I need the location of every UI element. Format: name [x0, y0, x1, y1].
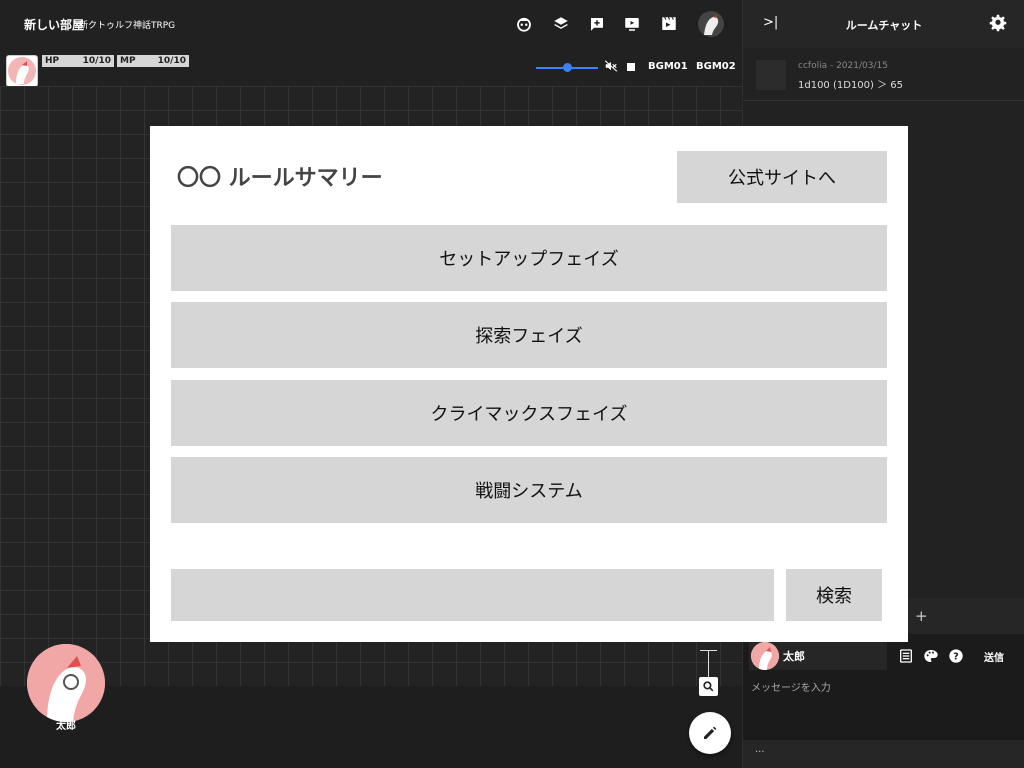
more-menu[interactable]: ...	[755, 744, 765, 755]
chat-header: >| ルームチャット	[743, 0, 1024, 48]
user-avatar[interactable]	[698, 11, 724, 37]
message-text: 1d100 (1D100) ＞ 65	[798, 80, 904, 91]
layers-icon[interactable]	[551, 14, 571, 34]
climax-phase-button[interactable]: クライマックスフェイズ	[171, 380, 887, 446]
room-title[interactable]: 新しい部屋	[24, 16, 84, 33]
add-tab-icon[interactable]: +	[915, 607, 928, 625]
combat-system-button[interactable]: 戦闘システム	[171, 457, 887, 523]
sheet-icon[interactable]	[898, 648, 914, 664]
message-avatar	[756, 60, 786, 90]
stop-icon[interactable]	[627, 63, 635, 71]
character-avatar[interactable]	[6, 55, 38, 87]
volume-slider-knob[interactable]	[563, 63, 572, 72]
chat-title: ルームチャット	[845, 19, 923, 32]
mp-stat: MP 10/10	[117, 55, 189, 67]
palette-icon[interactable]	[923, 648, 939, 664]
send-button[interactable]: 送信	[984, 649, 1004, 664]
message-input[interactable]: メッセージを入力	[751, 679, 831, 694]
search-button[interactable]: 検索	[786, 569, 882, 621]
hp-label: HP	[45, 56, 60, 66]
room-subtitle: 新クトゥルフ神話TRPG	[79, 21, 176, 31]
dialog-title: 〇〇 ルールサマリー	[177, 166, 383, 191]
board-footer	[0, 686, 742, 768]
top-bar: 新しい部屋 新クトゥルフ神話TRPG	[0, 0, 742, 48]
add-panel-icon[interactable]	[587, 14, 607, 34]
gear-icon[interactable]	[989, 14, 1007, 32]
mute-icon[interactable]	[603, 58, 619, 74]
chat-footer: ...	[743, 740, 1024, 768]
chat-message: ccfolia - 2021/03/15 1d100 (1D100) ＞ 65	[743, 48, 1024, 101]
hp-value: 10/10	[82, 56, 111, 66]
zoom-search-icon[interactable]	[699, 677, 718, 696]
edit-pencil-button[interactable]	[689, 712, 731, 754]
rule-summary-dialog: 〇〇 ルールサマリー 公式サイトへ セットアップフェイズ 探索フェイズ クライマ…	[150, 126, 908, 642]
scene-icon[interactable]	[659, 14, 679, 34]
composer-name: 太郎	[783, 650, 805, 663]
official-site-button[interactable]: 公式サイトへ	[677, 151, 887, 203]
mp-value: 10/10	[157, 56, 186, 66]
hp-stat: HP 10/10	[42, 55, 114, 67]
mp-label: MP	[120, 56, 136, 66]
search-input[interactable]	[171, 569, 774, 621]
bgm-01-button[interactable]: BGM01	[648, 61, 688, 72]
composer-avatar[interactable]	[751, 642, 779, 670]
exploration-phase-button[interactable]: 探索フェイズ	[171, 302, 887, 368]
message-sender: ccfolia - 2021/03/15	[798, 61, 888, 71]
screen-icon[interactable]	[622, 14, 642, 34]
character-icon[interactable]	[514, 14, 534, 34]
bgm-02-button[interactable]: BGM02	[696, 61, 736, 72]
character-token-name: 太郎	[56, 721, 76, 732]
pencil-icon	[704, 726, 717, 739]
help-icon[interactable]: ?	[948, 648, 964, 664]
chat-composer: 太郎 ? 送信 メッセージを入力	[743, 634, 1024, 740]
svg-text:?: ?	[953, 651, 958, 662]
setup-phase-button[interactable]: セットアップフェイズ	[171, 225, 887, 291]
character-token[interactable]	[27, 644, 105, 722]
zoom-track[interactable]	[708, 650, 709, 678]
